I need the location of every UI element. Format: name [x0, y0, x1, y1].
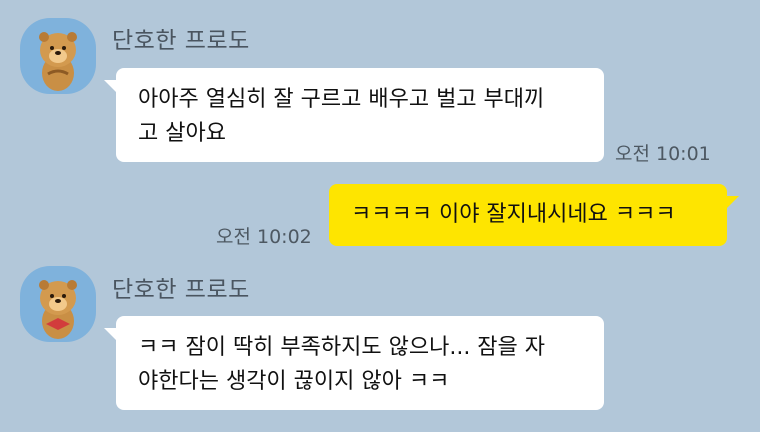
message-time: 오전 10:01 — [615, 143, 711, 165]
message-text: ㅋㅋㅋㅋ 이야 잘지내시네요 ㅋㅋㅋ — [351, 202, 676, 227]
chat-room: 단호한 프로도 아아주 열심히 잘 구르고 배우고 벌고 부대끼 고 살아요 오… — [0, 0, 760, 432]
avatar[interactable] — [20, 18, 96, 94]
message-text: 아아주 열심히 잘 구르고 배우고 벌고 부대끼 — [138, 87, 545, 112]
message-text: 야한다는 생각이 끊이지 않아 ㅋㅋ — [138, 369, 450, 394]
sender-name: 단호한 프로도 — [112, 28, 250, 54]
message-bubble[interactable]: ㅋㅋㅋㅋ 이야 잘지내시네요 ㅋㅋㅋ — [329, 184, 739, 246]
message-bubble[interactable]: 아아주 열심히 잘 구르고 배우고 벌고 부대끼 고 살아요 — [104, 68, 604, 162]
avatar[interactable] — [20, 266, 96, 342]
frodo-character-icon — [39, 32, 77, 91]
message-text: ㅋㅋ 잠이 딱히 부족하지도 않으나... 잠을 자 — [138, 335, 546, 360]
message-text: 고 살아요 — [138, 121, 226, 146]
message-time: 오전 10:02 — [216, 226, 312, 248]
sender-name: 단호한 프로도 — [112, 277, 250, 303]
frodo-character-icon — [39, 280, 77, 339]
message-bubble[interactable]: ㅋㅋ 잠이 딱히 부족하지도 않으나... 잠을 자 야한다는 생각이 끊이지 … — [104, 316, 604, 410]
